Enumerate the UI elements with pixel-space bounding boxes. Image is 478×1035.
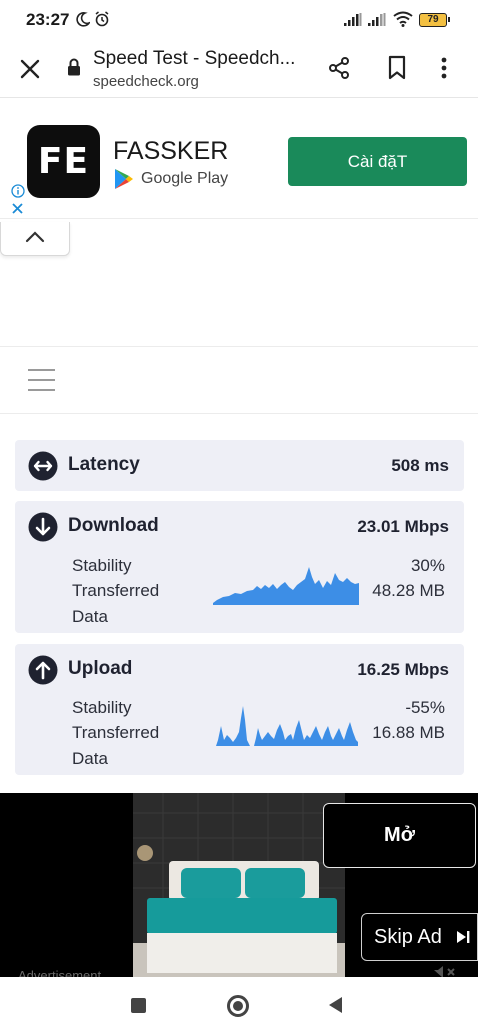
latency-card: Latency 508 ms (15, 440, 464, 491)
ad-product-image[interactable] (133, 793, 345, 977)
more-vert-icon[interactable] (440, 56, 448, 85)
alarm-icon (94, 11, 110, 32)
upload-stability-value: -55% (405, 698, 445, 717)
upload-stability-label: Stability (72, 698, 132, 717)
skip-ad-label: Skip Ad (374, 926, 442, 948)
chevron-up-icon (25, 231, 45, 243)
latency-value: 508 ms (391, 456, 449, 475)
install-button[interactable]: Cài đặT (288, 137, 467, 186)
divider (0, 413, 478, 414)
top-ad-banner[interactable]: FE FASSKER Google Play Cài đặT (0, 100, 478, 218)
ad-close-icon[interactable] (11, 202, 24, 219)
bottom-video-ad[interactable]: Advertisement Mở Skip Ad (0, 793, 478, 977)
upload-transferred-label-2: Data (72, 749, 108, 768)
signal-icon (368, 13, 386, 31)
hamburger-menu-icon[interactable] (28, 369, 55, 391)
browser-toolbar: Speed Test - Speedch... speedcheck.org (0, 40, 478, 98)
download-transferred-label-2: Data (72, 607, 108, 626)
signal-icon (344, 13, 362, 31)
bookmark-icon[interactable] (386, 55, 408, 86)
wifi-icon (393, 11, 413, 32)
home-icon[interactable] (227, 995, 249, 1017)
advertisement-label: Advertisement (18, 968, 102, 977)
back-icon[interactable] (327, 996, 343, 1019)
close-icon[interactable] (18, 57, 42, 81)
upload-transferred-value: 16.88 MB (372, 723, 445, 742)
download-value: 23.01 Mbps (357, 517, 449, 536)
upload-value: 16.25 Mbps (357, 660, 449, 679)
skip-ad-button[interactable]: Skip Ad (361, 913, 478, 961)
upload-label: Upload (68, 658, 133, 679)
download-transferred-label: Transferred (72, 581, 160, 600)
divider (0, 346, 478, 347)
download-stability-label: Stability (72, 556, 132, 575)
google-play-icon (114, 168, 134, 195)
recent-apps-icon[interactable] (131, 998, 146, 1013)
system-nav-bar (0, 977, 478, 1035)
page-url[interactable]: speedcheck.org (93, 73, 199, 90)
latency-label: Latency (68, 454, 140, 475)
upload-card: Upload 16.25 Mbps Stability Transferred … (15, 644, 464, 775)
download-card: Download 23.01 Mbps Stability Transferre… (15, 501, 464, 633)
app-logo-text: FE (37, 141, 90, 182)
store-name: Google Play (141, 170, 229, 187)
battery-icon: 79 (419, 13, 450, 27)
mute-icon[interactable] (432, 965, 458, 977)
status-bar: 23:27 79 (0, 0, 478, 40)
download-transferred-value: 48.28 MB (372, 581, 445, 600)
skip-next-icon (457, 931, 470, 943)
divider (0, 218, 478, 219)
moon-icon (76, 12, 92, 32)
app-name[interactable]: FASSKER (113, 137, 228, 166)
app-logo[interactable]: FE (27, 125, 100, 198)
share-icon[interactable] (327, 56, 351, 85)
download-stability-value: 30% (410, 556, 445, 575)
lock-icon (67, 58, 81, 81)
arrows-horizontal-icon (28, 451, 58, 481)
download-speed-sparkline (213, 567, 359, 605)
arrow-down-circle-icon (28, 512, 58, 542)
arrow-up-circle-icon (28, 655, 58, 685)
ad-info-icon[interactable] (11, 184, 25, 203)
upload-speed-sparkline (216, 706, 358, 746)
download-label: Download (68, 515, 159, 536)
collapse-ad-button[interactable] (0, 222, 70, 256)
open-ad-button[interactable]: Mở (323, 803, 476, 868)
status-time: 23:27 (26, 10, 70, 29)
page-title[interactable]: Speed Test - Speedch... (93, 48, 308, 70)
upload-transferred-label: Transferred (72, 723, 160, 742)
